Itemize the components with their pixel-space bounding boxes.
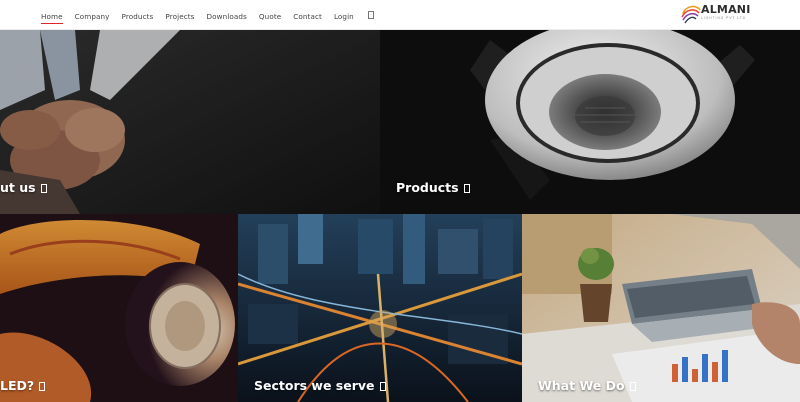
logo-swirl-icon <box>681 5 701 24</box>
logo-subtitle: LIGHTING PVT LTD <box>701 16 746 20</box>
nav-item-products[interactable]: Products <box>122 0 154 30</box>
tile-label-led-text: LED? <box>0 378 35 393</box>
tile-products[interactable]: Products <box>380 30 800 214</box>
search-icon[interactable] <box>366 0 376 30</box>
arrow-glyph-icon <box>379 382 386 391</box>
arrow-glyph-icon <box>463 184 470 193</box>
nav-item-company[interactable]: Company <box>75 0 110 30</box>
tile-about-us[interactable]: ut us <box>0 30 380 214</box>
nav-item-home[interactable]: Home <box>41 0 63 30</box>
arrow-glyph-icon <box>629 382 636 391</box>
nav-item-login[interactable]: Login <box>334 0 354 30</box>
arrow-glyph-icon <box>40 184 47 193</box>
tile-sectors-we-serve[interactable]: Sectors we serve <box>238 214 522 402</box>
logo-wordmark: ALMANI <box>701 3 751 16</box>
nav-item-downloads[interactable]: Downloads <box>207 0 247 30</box>
tile-label-products: Products <box>396 180 470 195</box>
tile-label-what-we-do: What We Do <box>538 378 636 393</box>
tile-label-about-us-text: ut us <box>0 180 36 195</box>
tile-label-about-us: ut us <box>0 180 47 195</box>
teamwork-hands-photo <box>0 30 380 214</box>
search-glyph-icon <box>367 11 374 19</box>
almani-logo[interactable]: ALMANI LIGHTING PVT LTD <box>680 2 774 27</box>
nav-item-quote[interactable]: Quote <box>259 0 281 30</box>
tile-label-sectors-text: Sectors we serve <box>254 378 375 393</box>
tile-label-sectors: Sectors we serve <box>254 378 386 393</box>
tile-label-what-we-do-text: What We Do <box>538 378 625 393</box>
city-night-aerial-photo <box>238 214 522 402</box>
main-menu: Home Company Products Projects Downloads… <box>41 0 388 30</box>
led-in-hand-photo <box>0 214 238 402</box>
tile-led[interactable]: LED? <box>0 214 238 402</box>
tile-what-we-do[interactable]: What We Do <box>522 214 800 402</box>
top-navigation-bar: Home Company Products Projects Downloads… <box>0 0 800 30</box>
tile-label-products-text: Products <box>396 180 459 195</box>
tile-label-led: LED? <box>0 378 46 393</box>
nav-item-contact[interactable]: Contact <box>293 0 322 30</box>
office-desk-photo <box>522 214 800 402</box>
nav-item-projects[interactable]: Projects <box>165 0 194 30</box>
arrow-glyph-icon <box>39 382 46 391</box>
